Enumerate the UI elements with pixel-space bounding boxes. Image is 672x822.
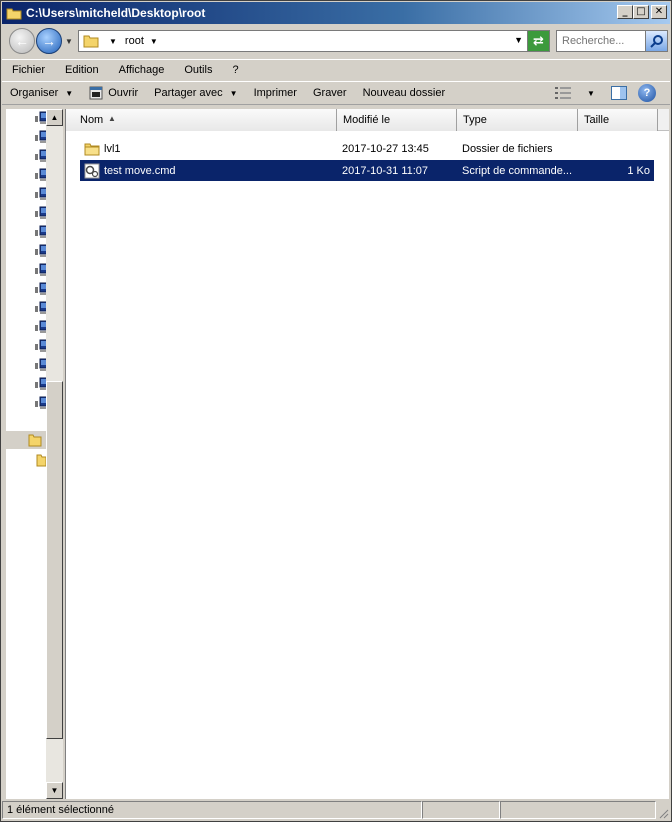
organize-button[interactable]: Organiser ▼ xyxy=(2,82,81,104)
menu-bar: Fichier Edition Affichage Outils ? xyxy=(2,59,670,79)
menu-help[interactable]: ? xyxy=(222,60,248,80)
chevron-down-icon[interactable]: ▼ xyxy=(150,37,158,46)
navigation-scrollbar[interactable]: ▲ ▼ xyxy=(46,109,63,799)
scroll-down-button[interactable]: ▼ xyxy=(46,782,63,799)
chevron-down-icon: ▼ xyxy=(587,88,595,98)
arrow-right-icon: → xyxy=(42,33,56,49)
share-label: Partager avec xyxy=(154,87,223,99)
help-icon: ? xyxy=(643,87,651,99)
status-text: 1 élément sélectionné xyxy=(2,801,422,819)
column-header-row: ▲ Nom Modifié le Type Taille xyxy=(66,109,669,131)
open-label: Ouvrir xyxy=(108,87,139,99)
resize-grip-icon[interactable] xyxy=(657,807,669,819)
console-icon xyxy=(89,86,103,100)
column-size-label: Taille xyxy=(584,114,610,126)
menu-edition[interactable]: Edition xyxy=(55,60,109,80)
arrow-left-icon: ← xyxy=(15,33,29,49)
forward-button[interactable]: → xyxy=(36,28,62,54)
print-button[interactable]: Imprimer xyxy=(246,82,305,104)
arrow-up-icon: ▲ xyxy=(50,113,59,122)
folder-icon[interactable] xyxy=(28,433,42,450)
print-label: Imprimer xyxy=(253,87,297,99)
column-type-label: Type xyxy=(463,114,487,126)
file-modified: 2017-10-31 11:07 xyxy=(342,164,429,177)
history-dropdown-icon[interactable]: ▼ xyxy=(65,37,73,46)
status-panel-3 xyxy=(500,801,656,819)
status-panel-2 xyxy=(422,801,500,819)
help-button[interactable]: ? xyxy=(638,84,656,102)
column-modified-label: Modifié le xyxy=(343,114,391,126)
scroll-up-button[interactable]: ▲ xyxy=(46,109,63,126)
title-bar[interactable]: C:\Users\mitcheld\Desktop\root _ □ ✕ xyxy=(2,2,670,24)
file-name: lvl1 xyxy=(104,142,121,155)
refresh-button[interactable]: ⇄ xyxy=(527,31,549,51)
organize-label: Organiser xyxy=(10,87,59,99)
burn-label: Graver xyxy=(312,87,347,99)
chevron-down-icon[interactable]: ▼ xyxy=(109,37,117,46)
menu-outils[interactable]: Outils xyxy=(174,60,222,80)
column-header-size[interactable]: Taille xyxy=(578,109,658,131)
close-button[interactable]: ✕ xyxy=(651,5,667,19)
folder-icon xyxy=(84,141,100,157)
command-bar: Organiser ▼ Ouvrir Partager avec ▼ Impri… xyxy=(2,81,670,105)
scroll-thumb[interactable] xyxy=(46,381,63,739)
address-bar[interactable]: ▼ root ▼ ▼ ⇄ xyxy=(78,30,550,52)
search-box[interactable] xyxy=(556,30,668,52)
search-button[interactable] xyxy=(645,31,667,51)
details-view-icon xyxy=(555,87,571,99)
folder-icon xyxy=(83,34,99,48)
chevron-down-icon: ▼ xyxy=(229,88,238,98)
column-header-modified[interactable]: Modifié le xyxy=(337,109,457,131)
maximize-button[interactable]: □ xyxy=(633,5,649,19)
address-history-dropdown-icon[interactable]: ▼ xyxy=(514,35,523,45)
file-list-pane[interactable]: ▲ Nom Modifié le Type Taille lvl1 2017-1… xyxy=(65,109,669,799)
search-input[interactable] xyxy=(562,32,648,50)
file-modified: 2017-10-27 13:45 xyxy=(342,142,429,155)
status-bar: 1 élément sélectionné xyxy=(2,800,670,820)
new-folder-label: Nouveau dossier xyxy=(362,87,446,99)
burn-button[interactable]: Graver xyxy=(305,82,355,104)
view-options-button[interactable] xyxy=(554,84,572,102)
minimize-button[interactable]: _ xyxy=(617,5,633,19)
new-folder-button[interactable]: Nouveau dossier xyxy=(355,82,454,104)
file-row-test-move-cmd[interactable]: test move.cmd 2017-10-31 11:07 Script de… xyxy=(80,160,654,181)
breadcrumb-root[interactable]: root xyxy=(125,35,144,47)
preview-pane-button[interactable] xyxy=(610,84,628,102)
window-title: C:\Users\mitcheld\Desktop\root xyxy=(26,6,206,20)
cmd-script-icon xyxy=(84,163,100,179)
file-name: test move.cmd xyxy=(104,164,176,177)
column-name-label: Nom xyxy=(80,114,104,126)
chevron-down-icon: ▼ xyxy=(65,88,74,98)
open-button[interactable]: Ouvrir xyxy=(81,82,146,104)
menu-affichage[interactable]: Affichage xyxy=(109,60,175,80)
file-size: 1 Ko xyxy=(627,164,650,177)
file-type: Dossier de fichiers xyxy=(462,142,553,155)
view-dropdown-button[interactable]: ▼ xyxy=(582,84,600,102)
sort-ascending-icon: ▲ xyxy=(108,114,116,123)
share-button[interactable]: Partager avec ▼ xyxy=(146,82,245,104)
search-icon xyxy=(649,35,663,48)
column-header-name[interactable]: ▲ Nom xyxy=(66,109,337,131)
menu-fichier[interactable]: Fichier xyxy=(2,60,55,80)
explorer-window: C:\Users\mitcheld\Desktop\root _ □ ✕ ← →… xyxy=(0,0,672,822)
folder-icon[interactable] xyxy=(36,453,47,470)
address-row: ← → ▼ ▼ root ▼ ▼ ⇄ xyxy=(2,25,670,58)
arrow-down-icon: ▼ xyxy=(50,786,59,795)
file-type: Script de commande... xyxy=(462,164,573,177)
back-button[interactable]: ← xyxy=(9,28,35,54)
column-header-type[interactable]: Type xyxy=(457,109,578,131)
preview-pane-icon xyxy=(611,86,627,100)
refresh-icon: ⇄ xyxy=(533,33,544,48)
folder-icon xyxy=(6,5,22,21)
file-row-lvl1[interactable]: lvl1 2017-10-27 13:45 Dossier de fichier… xyxy=(80,138,654,159)
